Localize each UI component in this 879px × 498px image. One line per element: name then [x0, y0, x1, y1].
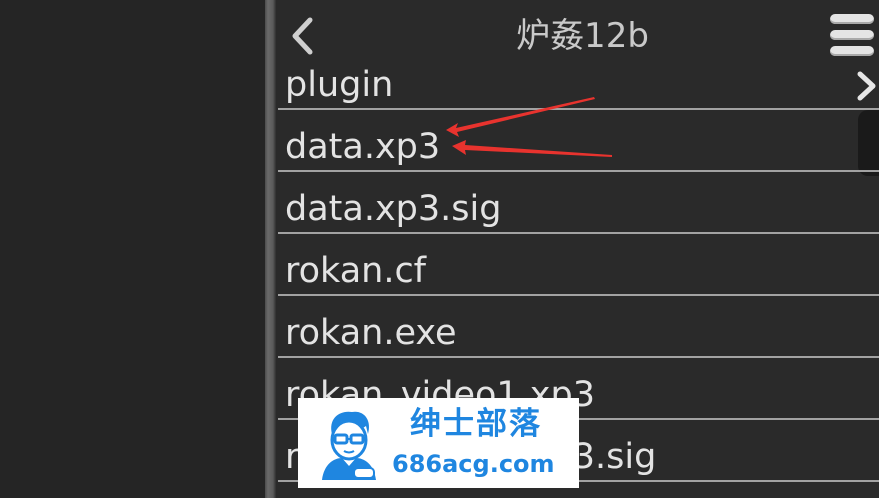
file-name: plugin	[285, 65, 394, 105]
file-row-plugin[interactable]: plugin	[278, 50, 879, 110]
hamburger-menu-icon-bar	[830, 30, 874, 40]
file-row-data-xp3[interactable]: data.xp3	[278, 110, 879, 172]
pane-divider[interactable]	[265, 0, 276, 498]
watermark-title: 绅士部落	[410, 406, 542, 442]
file-name: data.xp3.sig	[285, 189, 502, 229]
left-empty-pane	[0, 0, 265, 498]
hamburger-menu-icon	[830, 14, 874, 24]
file-name: rokan.cf	[285, 251, 427, 291]
file-row-rokan-cf[interactable]: rokan.cf	[278, 234, 879, 296]
file-name: data.xp3	[285, 127, 441, 167]
file-row-rokan-exe[interactable]: rokan.exe	[278, 296, 879, 358]
watermark-url: 686acg.com	[392, 450, 555, 478]
file-browser-screen: 炉姦12b plugin data.xp3 data.xp3.sig rokan…	[0, 0, 879, 498]
file-row-data-xp3-sig[interactable]: data.xp3.sig	[278, 172, 879, 234]
avatar-icon	[322, 411, 376, 480]
file-name: rokan.exe	[285, 313, 457, 353]
watermark-logo: 绅士部落 686acg.com	[298, 398, 579, 488]
